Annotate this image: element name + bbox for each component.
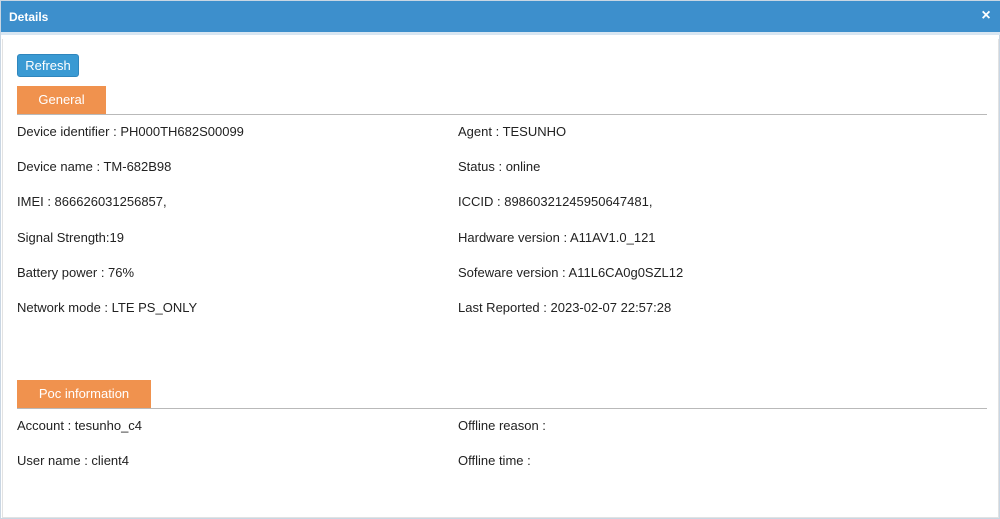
dialog-titlebar[interactable]: Details ×	[1, 1, 1000, 35]
field-signal-strength: Signal Strength:19	[17, 230, 124, 245]
field-agent: Agent : TESUNHO	[458, 124, 567, 139]
field-user-name: User name : client4	[17, 453, 129, 468]
field-imei: IMEI : 866626031256857,	[17, 194, 167, 209]
field-account: Account : tesunho_c4	[17, 418, 143, 433]
field-hardware-version: Hardware version : A11AV1.0_121	[458, 230, 656, 245]
poc-section-tab: Poc information	[17, 380, 151, 408]
close-icon[interactable]: ×	[977, 7, 995, 25]
dialog-title: Details	[9, 10, 49, 24]
field-battery-power: Battery power : 76%	[17, 265, 135, 280]
dialog-content: Refresh General Device identifier : PH00…	[2, 39, 999, 518]
general-section-tab: General	[17, 86, 106, 114]
details-dialog: Details × Refresh General Device identif…	[0, 0, 1000, 519]
field-status: Status : online	[458, 159, 541, 174]
field-iccid: ICCID : 89860321245950647481,	[458, 194, 653, 209]
field-device-name: Device name : TM-682B98	[17, 159, 172, 174]
field-offline-reason: Offline reason :	[458, 418, 546, 433]
field-device-identifier: Device identifier : PH000TH682S00099	[17, 124, 244, 139]
general-section-divider	[17, 114, 987, 115]
field-last-reported: Last Reported : 2023-02-07 22:57:28	[458, 300, 672, 315]
field-offline-time: Offline time :	[458, 453, 531, 468]
poc-section-divider	[17, 408, 987, 409]
refresh-button[interactable]: Refresh	[17, 54, 79, 77]
field-network-mode: Network mode : LTE PS_ONLY	[17, 300, 198, 315]
field-software-version: Sofeware version : A11L6CA0g0SZL12	[458, 265, 684, 280]
